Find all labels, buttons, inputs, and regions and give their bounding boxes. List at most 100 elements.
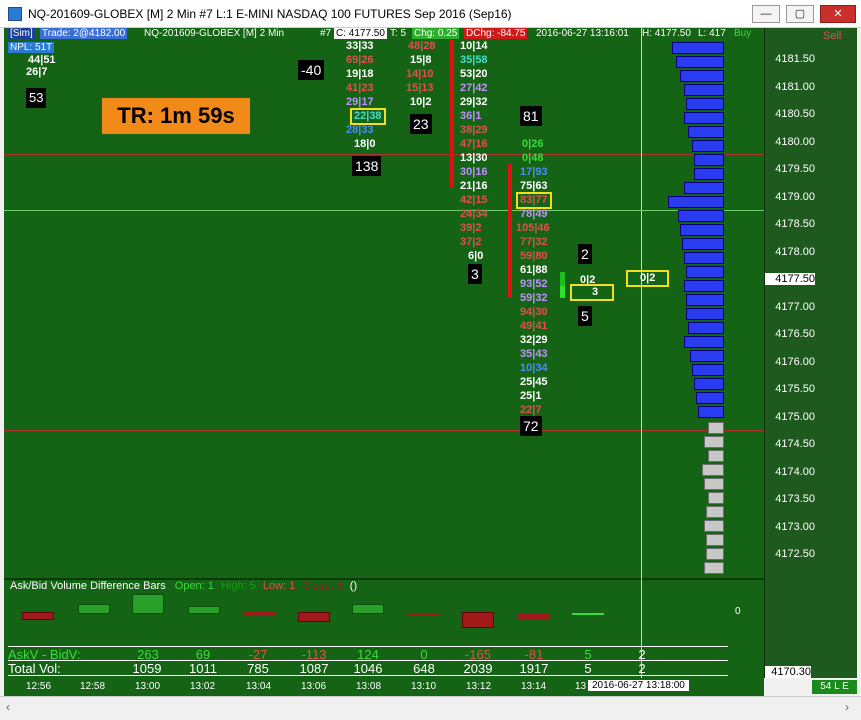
indicator-bar — [188, 606, 220, 614]
fp-cell: 30|16 — [460, 166, 488, 178]
delta-box: -40 — [298, 60, 325, 80]
time-label: 13:06 — [301, 681, 327, 692]
time-label: 12:58 — [80, 681, 106, 692]
price-tick: 4179.50 — [775, 163, 815, 175]
indicator-bar — [408, 613, 440, 615]
volume-profile-bar — [698, 406, 724, 418]
maximize-button[interactable]: ▢ — [786, 5, 814, 23]
delta-box: 53 — [26, 88, 47, 108]
fp-cell: 24|34 — [460, 208, 488, 220]
fp-cell: 39|2 — [460, 222, 482, 234]
volume-profile-bar — [684, 280, 724, 292]
askv-value: 69 — [195, 647, 211, 662]
horizontal-scrollbar[interactable]: ‹ › — [0, 696, 861, 716]
indicator-bar — [462, 612, 494, 628]
indicator-close: Close: 5 — [302, 580, 343, 592]
delta-box: 5 — [578, 306, 592, 326]
volume-profile-bar — [690, 350, 724, 362]
volume-profile-bar — [692, 364, 724, 376]
askv-value: -81 — [524, 647, 544, 662]
volume-profile-bar-gray — [704, 436, 724, 448]
indicator-name: Ask/Bid Volume Difference Bars — [10, 580, 166, 592]
total-value: 1917 — [519, 661, 549, 676]
time-label: 13:12 — [466, 681, 492, 692]
indicator-bar — [22, 612, 54, 620]
fp-cell: 38|29 — [460, 124, 488, 136]
fp-cell: 21|16 — [460, 180, 488, 192]
bar-range-red — [450, 40, 454, 188]
fp-cell-poc: 0|2 — [626, 270, 670, 287]
total-value: 1087 — [299, 661, 329, 676]
price-tick: 4175.00 — [775, 411, 815, 423]
header-high: H: 4177.50 — [642, 28, 691, 39]
close-price: C: 4177.50 — [334, 28, 387, 39]
price-tick: 4180.00 — [775, 136, 815, 148]
indicator-close-value: () — [349, 580, 358, 592]
bar-range-green — [560, 272, 565, 286]
cursor-time: 2016-06-27 13:18:00 — [588, 680, 689, 691]
volume-profile-bar-gray — [704, 478, 724, 490]
volume-profile-bar — [672, 42, 724, 54]
scroll-left-icon[interactable]: ‹ — [6, 700, 10, 714]
time-remaining-label: TR: 1m 59s — [102, 98, 250, 134]
fp-cell: 42|15 — [460, 194, 488, 206]
volume-profile-bar-gray — [704, 562, 724, 574]
bar-range-red — [508, 164, 512, 298]
minimize-button[interactable]: — — [752, 5, 780, 23]
trade-info: Trade: 2@4182.00 — [40, 28, 128, 39]
delta-box: 72 — [520, 416, 542, 436]
sim-badge: [Sim] — [8, 28, 35, 39]
fp-cell: 94|30 — [520, 306, 548, 318]
bar-range-green — [560, 286, 565, 298]
left-fp-row: 26|7 — [26, 66, 48, 78]
fp-cell: 10|34 — [520, 362, 548, 374]
volume-profile-bar — [684, 252, 724, 264]
price-tick: 4172.50 — [775, 548, 815, 560]
mode-indicator: 54 L E — [812, 680, 857, 694]
askv-value: 0 — [420, 647, 428, 662]
volume-profile-bar — [684, 112, 724, 124]
askv-label: AskV - BidV: — [8, 647, 81, 662]
fp-cell: 15|8 — [410, 54, 432, 66]
indicator-title: Ask/Bid Volume Difference Bars Open: 1 H… — [10, 580, 357, 592]
sell-label[interactable]: Sell — [823, 30, 841, 42]
fp-cell: 59|80 — [520, 250, 548, 262]
indicator-high: High: 5 — [220, 580, 256, 592]
fp-cell: 59|32 — [520, 292, 548, 304]
fp-cell: 33|33 — [346, 40, 374, 52]
price-scale[interactable]: 4181.50 4181.00 4180.50 4180.00 4179.50 … — [735, 28, 857, 678]
fp-cell: 32|29 — [520, 334, 548, 346]
indicator-zero: 0 — [735, 606, 741, 617]
fp-cell: 69|26 — [346, 54, 374, 66]
indicator-bar — [518, 614, 550, 620]
indicator-bar — [352, 604, 384, 614]
volume-profile-bar — [676, 56, 724, 68]
buy-label[interactable]: Buy — [734, 28, 751, 39]
volume-profile-bar — [686, 308, 724, 320]
fp-cell: 49|41 — [520, 320, 548, 332]
askv-value: 124 — [357, 647, 379, 662]
scroll-right-icon[interactable]: › — [845, 700, 849, 714]
total-value: 785 — [247, 661, 269, 676]
indicator-bar — [78, 604, 110, 614]
indicator-low: Low: 1 — [262, 580, 296, 592]
volume-profile-bar — [678, 210, 724, 222]
volume-profile-bar-gray — [708, 422, 724, 434]
fp-cell: 28|33 — [346, 124, 374, 136]
change-value: Chg: 0.25 — [412, 28, 460, 39]
volume-profile-bar — [694, 168, 724, 180]
askv-value: 263 — [137, 647, 159, 662]
delta-box: 138 — [352, 156, 382, 176]
fp-cell: 22|7 — [520, 404, 542, 416]
chart-area[interactable]: [Sim] Trade: 2@4182.00 NQ-201609-GLOBEX … — [4, 28, 764, 678]
price-tick: 4180.50 — [775, 108, 815, 120]
volume-profile-bar — [686, 294, 724, 306]
current-price-tick: 4177.50 — [765, 273, 815, 285]
price-tick: 4178.00 — [775, 246, 815, 258]
volume-profile-bar — [694, 154, 724, 166]
app-icon — [8, 7, 22, 21]
bottom-price: 4170.30 — [765, 666, 811, 678]
askv-value: -27 — [248, 647, 268, 662]
close-button[interactable]: ✕ — [820, 5, 856, 23]
fp-cell: 0|26 — [522, 138, 544, 150]
